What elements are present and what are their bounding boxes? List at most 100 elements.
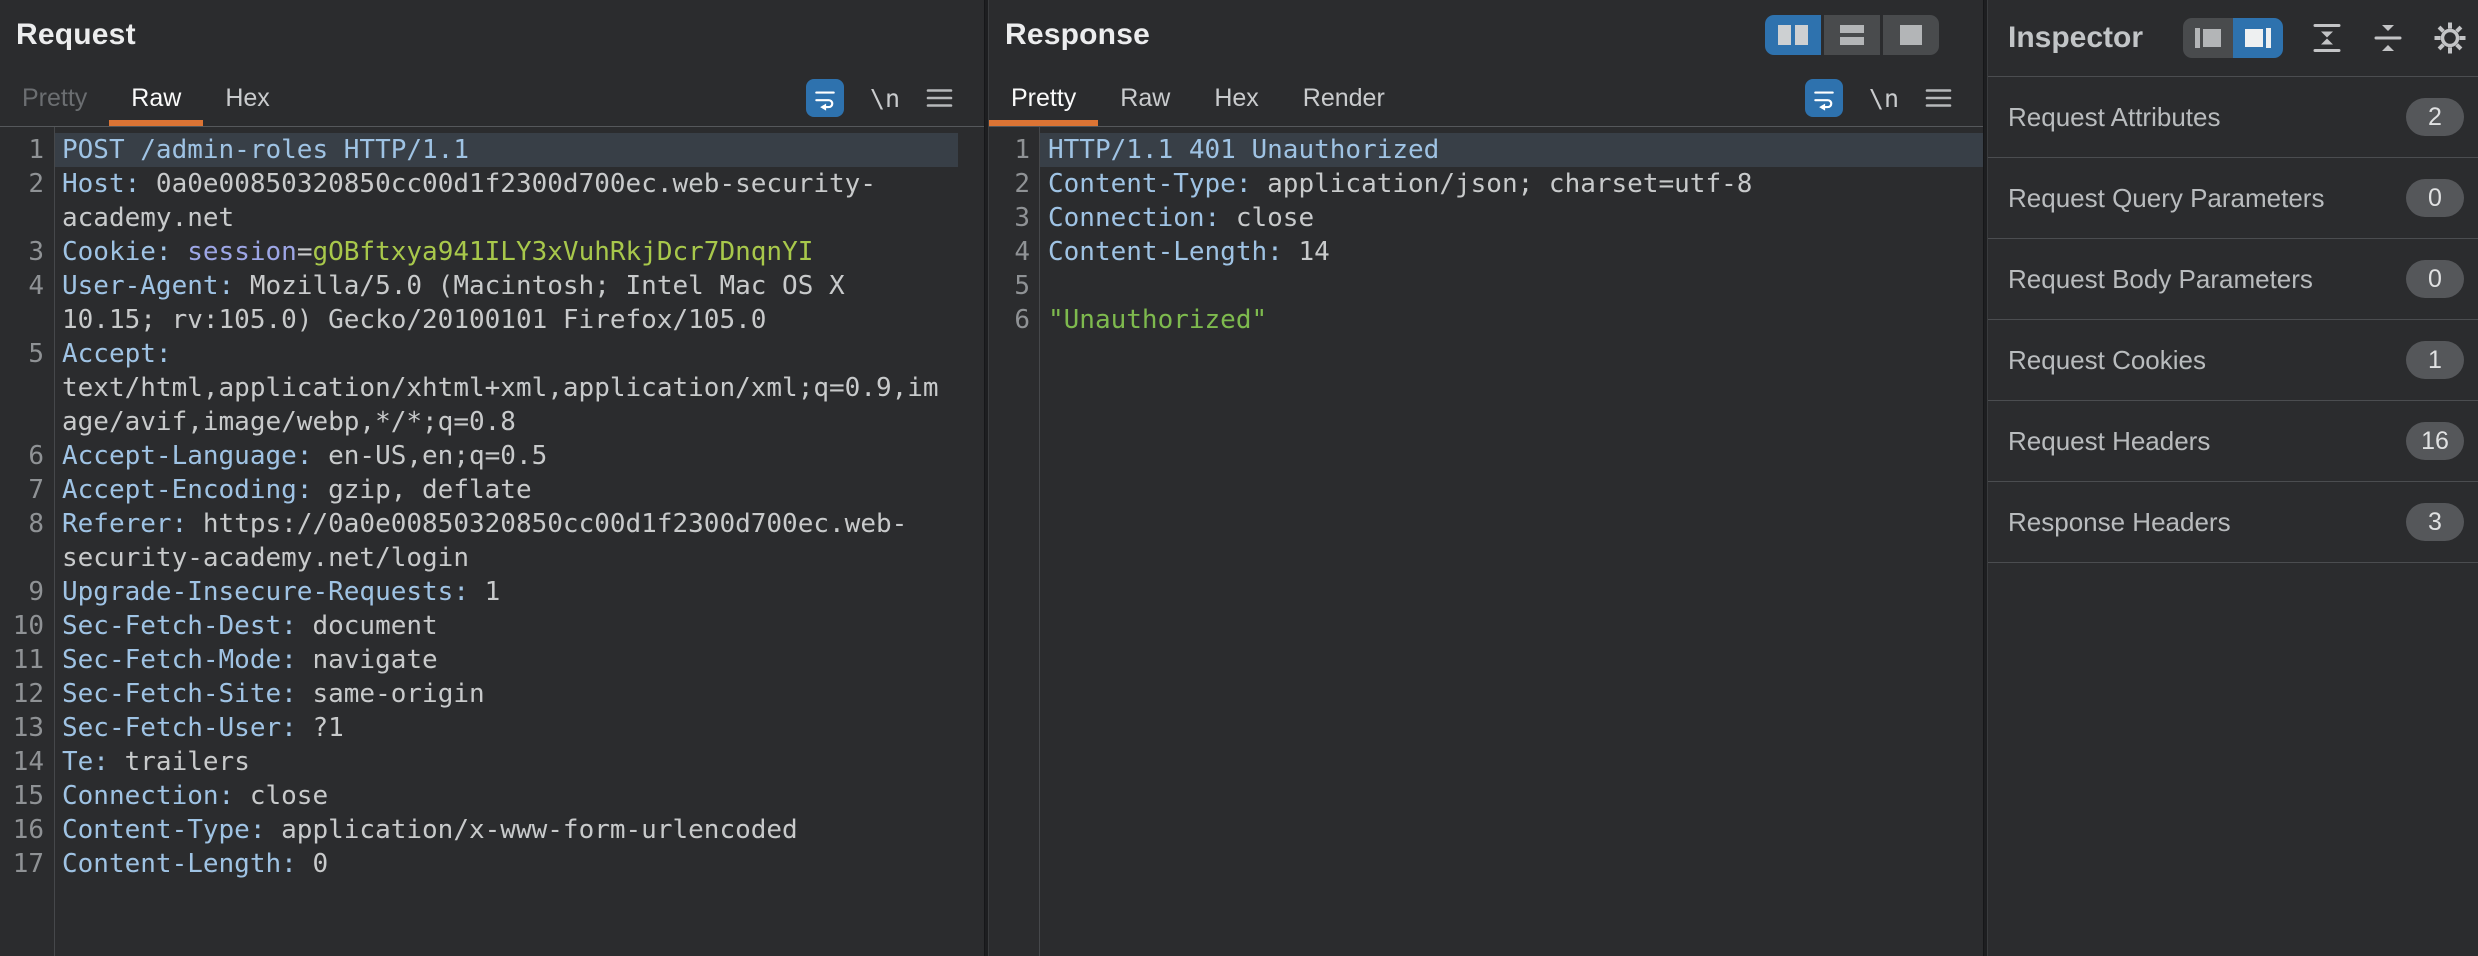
request-editor[interactable]: 1POST /admin-roles HTTP/1.12Host: 0a0e00… bbox=[0, 127, 984, 956]
dock-left-button[interactable] bbox=[2183, 18, 2233, 58]
request-panel-title: Request bbox=[16, 18, 136, 52]
line-text: Accept-Language: en-US,en;q=0.5 bbox=[55, 439, 958, 473]
line-number: 12 bbox=[0, 677, 44, 711]
code-line: 6 Accept-Language: en-US,en;q=0.5 bbox=[0, 439, 984, 473]
editor-menu-button[interactable] bbox=[926, 87, 953, 109]
line-number: 4 bbox=[0, 269, 44, 303]
line-text: Accept: text/html,application/xhtml+xml,… bbox=[55, 337, 958, 439]
code-line: 17Content-Length: 0 bbox=[0, 847, 984, 881]
response-panel-title: Response bbox=[1005, 18, 1150, 52]
code-line: 16Content-Type: application/x-www-form-u… bbox=[0, 813, 984, 847]
inspector-section-request-headers[interactable]: Request Headers 16 bbox=[1988, 401, 2478, 482]
section-label: Request Cookies bbox=[2008, 345, 2406, 376]
inspector-settings-button[interactable] bbox=[2432, 20, 2468, 56]
line-text: Sec-Fetch-User: ?1 bbox=[55, 711, 958, 745]
code-line: 4Content-Length: 14 bbox=[989, 235, 1983, 269]
line-text: Cookie: session=gOBftxya941ILY3xVuhRkjDc… bbox=[55, 235, 958, 269]
dock-right-button[interactable] bbox=[2233, 18, 2283, 58]
code-line: 2Host: 0a0e00850320850cc00d1f2300d700ec.… bbox=[0, 167, 984, 235]
code-line: 3 Cookie: session=gOBftxya941ILY3xVuhRkjD… bbox=[0, 235, 984, 269]
hamburger-menu-icon bbox=[1925, 87, 1952, 109]
show-newlines-toggle[interactable]: \n bbox=[1869, 84, 1899, 113]
response-editor[interactable]: 1HTTP/1.1 401 Unauthorized2Content-Type:… bbox=[989, 127, 1983, 956]
request-editor-tools: \n bbox=[806, 70, 984, 126]
inspector-section-request-cookies[interactable]: Request Cookies 1 bbox=[1988, 320, 2478, 401]
line-text: Upgrade-Insecure-Requests: 1 bbox=[55, 575, 958, 609]
line-text: Accept-Encoding: gzip, deflate bbox=[55, 473, 958, 507]
request-panel: Request Pretty Raw Hex \n bbox=[0, 0, 984, 956]
tab-response-raw[interactable]: Raw bbox=[1098, 70, 1192, 126]
line-number: 8 bbox=[0, 507, 44, 541]
inspector-dock-switcher bbox=[2183, 18, 2283, 58]
line-number: 3 bbox=[989, 201, 1030, 235]
line-text: HTTP/1.1 401 Unauthorized bbox=[1040, 133, 1983, 167]
section-count-badge: 0 bbox=[2406, 260, 2464, 298]
collapse-all-icon bbox=[2371, 21, 2405, 55]
line-number: 11 bbox=[0, 643, 44, 677]
line-number: 13 bbox=[0, 711, 44, 745]
inspector-tools bbox=[2183, 18, 2468, 58]
line-number: 2 bbox=[989, 167, 1030, 201]
code-line: 1HTTP/1.1 401 Unauthorized bbox=[989, 133, 1983, 167]
layout-side-by-side-button[interactable] bbox=[1765, 15, 1821, 55]
code-line: 1POST /admin-roles HTTP/1.1 bbox=[0, 133, 984, 167]
section-label: Request Body Parameters bbox=[2008, 264, 2406, 295]
section-label: Request Query Parameters bbox=[2008, 183, 2406, 214]
burp-message-editor: Request Pretty Raw Hex \n bbox=[0, 0, 2478, 956]
section-count-badge: 16 bbox=[2406, 422, 2464, 460]
code-line: 4User-Agent: Mozilla/5.0 (Macintosh; Int… bbox=[0, 269, 984, 337]
response-panel: Response Pretty Raw Hex bbox=[989, 0, 1983, 956]
tab-response-hex[interactable]: Hex bbox=[1192, 70, 1280, 126]
code-line: 5 bbox=[989, 269, 1983, 303]
editor-menu-button[interactable] bbox=[1925, 87, 1952, 109]
word-wrap-toggle-button[interactable] bbox=[806, 79, 844, 117]
inspector-section-request-body-parameters[interactable]: Request Body Parameters 0 bbox=[1988, 239, 2478, 320]
code-line: 3Connection: close bbox=[989, 201, 1983, 235]
line-number: 1 bbox=[0, 133, 44, 167]
line-number: 16 bbox=[0, 813, 44, 847]
dock-right-icon bbox=[2245, 29, 2263, 47]
word-wrap-toggle-button[interactable] bbox=[1805, 79, 1843, 117]
response-editor-tools: \n bbox=[1805, 70, 1983, 126]
code-line: 13 Sec-Fetch-User: ?1 bbox=[0, 711, 984, 745]
code-line: 2Content-Type: application/json; charset… bbox=[989, 167, 1983, 201]
collapse-all-sections-button[interactable] bbox=[2371, 21, 2405, 55]
hamburger-menu-icon bbox=[926, 87, 953, 109]
line-number: 10 bbox=[0, 609, 44, 643]
line-number: 5 bbox=[0, 337, 44, 371]
tab-request-hex[interactable]: Hex bbox=[203, 70, 291, 126]
section-label: Response Headers bbox=[2008, 507, 2406, 538]
code-line: 14Te: trailers bbox=[0, 745, 984, 779]
line-number: 17 bbox=[0, 847, 44, 881]
tab-request-raw[interactable]: Raw bbox=[109, 70, 203, 126]
expand-all-sections-button[interactable] bbox=[2310, 21, 2344, 55]
line-number: 3 bbox=[0, 235, 44, 269]
line-number: 9 bbox=[0, 575, 44, 609]
tab-response-render[interactable]: Render bbox=[1281, 70, 1407, 126]
layout-stacked-button[interactable] bbox=[1824, 15, 1880, 55]
inspector-header: Inspector bbox=[1988, 0, 2478, 77]
request-tabbar: Pretty Raw Hex \n bbox=[0, 70, 984, 127]
line-number: 6 bbox=[0, 439, 44, 473]
line-number: 6 bbox=[989, 303, 1030, 337]
code-line: 11 Sec-Fetch-Mode: navigate bbox=[0, 643, 984, 677]
line-text: Sec-Fetch-Mode: navigate bbox=[55, 643, 958, 677]
code-line: 7Accept-Encoding: gzip, deflate bbox=[0, 473, 984, 507]
line-text: Referer: https://0a0e00850320850cc00d1f2… bbox=[55, 507, 958, 575]
rows-layout-icon bbox=[1840, 25, 1864, 45]
layout-single-button[interactable] bbox=[1883, 15, 1939, 55]
code-line: 9 Upgrade-Insecure-Requests: 1 bbox=[0, 575, 984, 609]
section-count-badge: 3 bbox=[2406, 503, 2464, 541]
inspector-section-request-query-parameters[interactable]: Request Query Parameters 0 bbox=[1988, 158, 2478, 239]
line-text bbox=[1040, 269, 1983, 303]
inspector-section-response-headers[interactable]: Response Headers 3 bbox=[1988, 482, 2478, 563]
line-text: Host: 0a0e00850320850cc00d1f2300d700ec.w… bbox=[55, 167, 958, 235]
tab-request-pretty[interactable]: Pretty bbox=[0, 70, 109, 126]
inspector-section-request-attributes[interactable]: Request Attributes 2 bbox=[1988, 77, 2478, 158]
inspector-title: Inspector bbox=[2008, 21, 2143, 55]
show-newlines-toggle[interactable]: \n bbox=[870, 84, 900, 113]
tab-response-pretty[interactable]: Pretty bbox=[989, 70, 1098, 126]
code-line: 12Sec-Fetch-Site: same-origin bbox=[0, 677, 984, 711]
line-number: 14 bbox=[0, 745, 44, 779]
line-text: Connection: close bbox=[55, 779, 958, 813]
